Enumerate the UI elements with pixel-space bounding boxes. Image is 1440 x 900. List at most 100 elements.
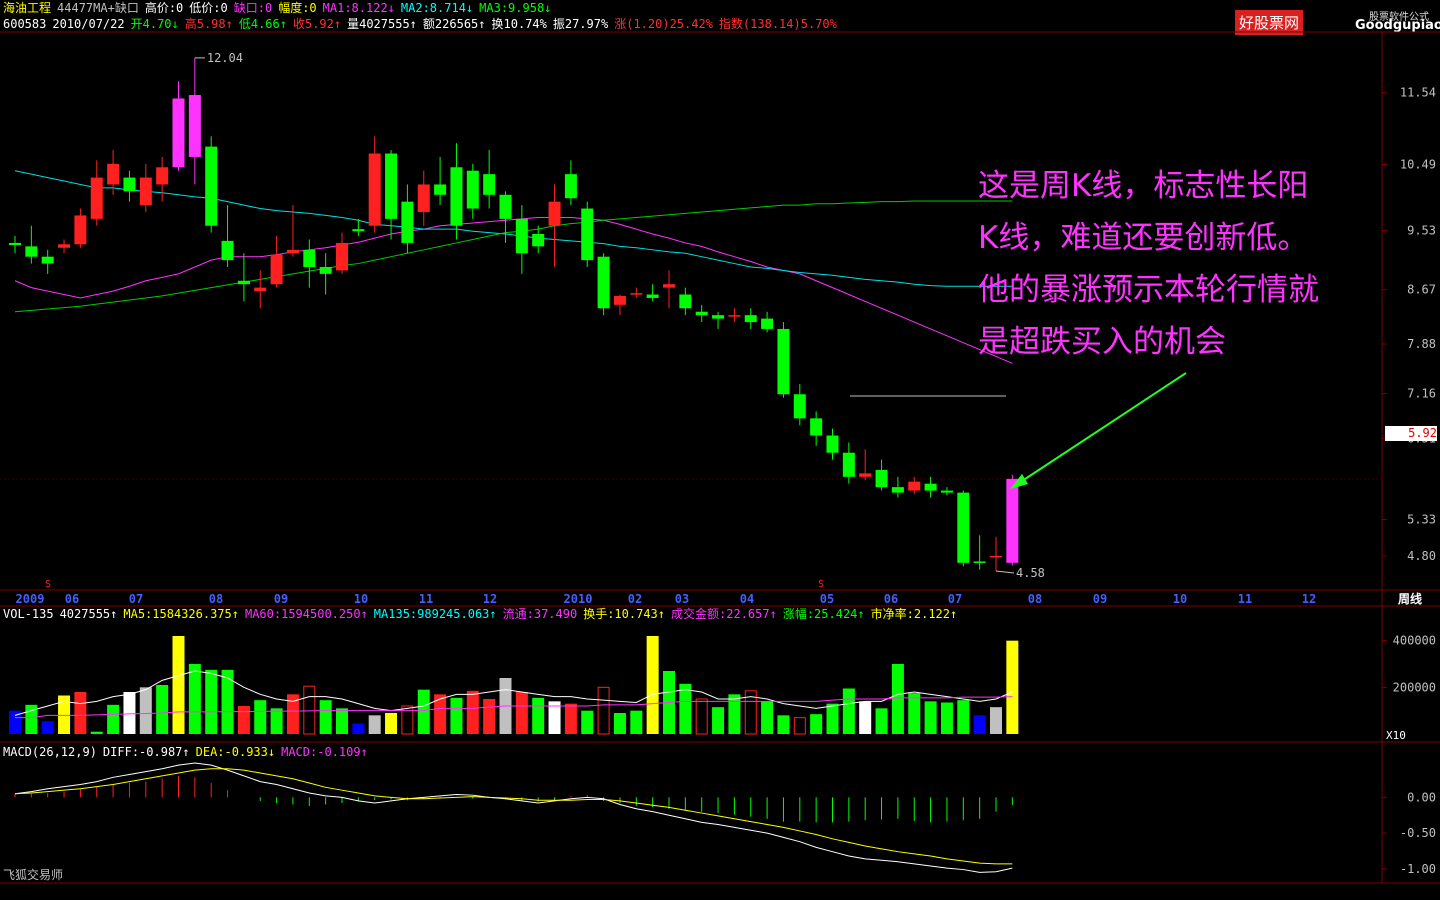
volume-bar bbox=[891, 664, 904, 734]
candle-body bbox=[793, 394, 806, 419]
candle-body bbox=[564, 174, 577, 199]
x-tick-label: 12 bbox=[1302, 592, 1316, 606]
x-tick-label: 11 bbox=[1238, 592, 1252, 606]
volume-bar bbox=[319, 700, 332, 734]
candle-body bbox=[352, 229, 365, 232]
candle-body bbox=[761, 318, 774, 329]
volume-bar bbox=[728, 694, 741, 734]
candle-body bbox=[434, 184, 447, 195]
candle-body bbox=[107, 163, 120, 185]
volume-bar bbox=[973, 715, 986, 734]
x-tick-label: 11 bbox=[419, 592, 433, 606]
volume-bar bbox=[1006, 640, 1019, 734]
vol-y-tick-label: 400000 bbox=[1393, 634, 1436, 648]
candle-body bbox=[319, 267, 332, 274]
candle-body bbox=[515, 218, 528, 254]
volume-bar bbox=[368, 715, 381, 734]
candle-body bbox=[712, 315, 725, 319]
candle-body bbox=[123, 177, 136, 192]
macd-field: MACD(26,12,9) bbox=[3, 745, 97, 759]
macd-field: DIFF:-0.987↑ bbox=[102, 745, 190, 759]
volume-bar bbox=[679, 683, 692, 734]
candle-body bbox=[875, 469, 888, 488]
candle-body bbox=[25, 246, 38, 257]
y-tick-label: 9.53 bbox=[1407, 224, 1436, 238]
volume-bar bbox=[532, 697, 545, 734]
candle-body bbox=[41, 256, 54, 264]
candle-body bbox=[810, 418, 823, 436]
macd-diff-line bbox=[14, 762, 1013, 873]
candle-body bbox=[728, 315, 741, 317]
volume-bar bbox=[156, 685, 169, 734]
volume-field: VOL-135 bbox=[3, 607, 54, 621]
app-name: 飞狐交易师 bbox=[3, 868, 64, 882]
volume-bar bbox=[908, 693, 921, 734]
volume-field: 4027555↑ bbox=[59, 607, 118, 621]
volume-bar bbox=[90, 731, 103, 734]
y-tick-label: 10.49 bbox=[1400, 158, 1436, 172]
candle-body bbox=[401, 201, 414, 243]
volume-bar bbox=[123, 692, 136, 734]
macd-y-tick-label: -1.00 bbox=[1400, 862, 1436, 876]
volume-field: 市净率:2.122↑ bbox=[870, 607, 958, 621]
macd-y-tick-label: -0.50 bbox=[1400, 826, 1436, 840]
y-tick-label: 5.33 bbox=[1407, 512, 1436, 526]
x-tick-label: 09 bbox=[1093, 592, 1107, 606]
y-tick-label: 7.16 bbox=[1407, 387, 1436, 401]
volume-bar bbox=[450, 697, 463, 734]
volume-bar bbox=[810, 714, 823, 734]
volume-bar bbox=[188, 664, 201, 734]
candle-body bbox=[58, 244, 71, 248]
x-tick-label: 06 bbox=[884, 592, 898, 606]
volume-bar bbox=[385, 713, 398, 734]
event-marker: S bbox=[818, 579, 824, 590]
annotation-arrow bbox=[1015, 372, 1187, 486]
candle-body bbox=[891, 487, 904, 493]
candle-body bbox=[630, 293, 643, 295]
candle-body bbox=[221, 240, 234, 261]
annotation-line: K线，难道还要创新低。 bbox=[978, 220, 1309, 256]
kline-chart[interactable]: 11.5410.499.538.677.887.166.515.334.8012… bbox=[0, 0, 1440, 900]
y-tick-label: 7.88 bbox=[1407, 337, 1436, 351]
volume-bar bbox=[793, 717, 806, 735]
annotation-text: 这是周K线，标志性长阳 K线，难道还要创新低。 他的暴涨预示本轮行情就 是超跌买… bbox=[978, 160, 1378, 368]
x-tick-label: 2009 bbox=[16, 592, 45, 606]
y-tick-label: 8.67 bbox=[1407, 283, 1436, 297]
candle-body bbox=[597, 256, 610, 309]
x-tick-label: 05 bbox=[820, 592, 834, 606]
volume-field: MA135:989245.063↑ bbox=[373, 607, 497, 621]
macd-field: MACD:-0.109↑ bbox=[281, 745, 368, 759]
volume-bar bbox=[221, 669, 234, 734]
vol-y-tick-label: 200000 bbox=[1393, 680, 1436, 694]
x-tick-label: 09 bbox=[274, 592, 288, 606]
candle-body bbox=[908, 481, 921, 491]
volume-field: 成交金额:22.657↑ bbox=[671, 607, 777, 621]
x-tick-label: 周线 bbox=[1398, 591, 1422, 606]
volume-field: MA5:1584326.375↑ bbox=[123, 607, 239, 621]
volume-bar bbox=[139, 687, 152, 734]
x-tick-label: 04 bbox=[740, 592, 754, 606]
volume-bar bbox=[466, 690, 479, 734]
candle-body bbox=[826, 435, 839, 453]
volume-bar bbox=[254, 700, 267, 734]
x-tick-label: 10 bbox=[354, 592, 368, 606]
candle-body bbox=[9, 242, 21, 245]
volume-bar bbox=[761, 701, 774, 734]
volume-bar bbox=[859, 701, 872, 734]
volume-bar bbox=[564, 703, 577, 734]
macd-field: DEA:-0.933↓ bbox=[195, 745, 276, 759]
volume-bar bbox=[515, 692, 528, 734]
ma-line-MA3 bbox=[14, 200, 1013, 313]
volume-field: 流通:37.490 bbox=[502, 607, 578, 621]
volume-bar bbox=[205, 669, 218, 734]
low-label: 4.58 bbox=[1016, 566, 1045, 580]
volume-bar bbox=[172, 636, 185, 734]
candle-body bbox=[139, 177, 152, 206]
volume-bar bbox=[777, 715, 790, 734]
candle-body bbox=[450, 167, 463, 226]
candle-body bbox=[172, 98, 185, 168]
candle-body bbox=[532, 233, 545, 247]
volume-bar bbox=[352, 723, 365, 734]
annotation-line: 他的暴涨预示本轮行情就 bbox=[978, 272, 1319, 308]
candle-body bbox=[744, 315, 757, 323]
